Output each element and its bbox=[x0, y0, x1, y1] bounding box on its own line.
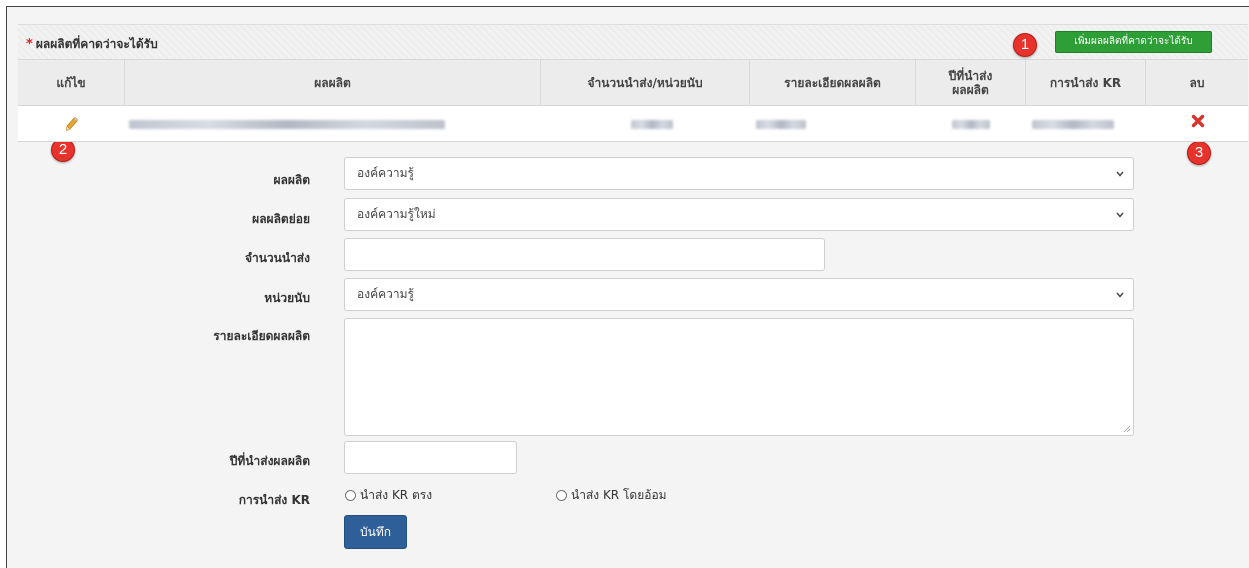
redacted-product-cell bbox=[129, 120, 445, 129]
required-star: * bbox=[26, 37, 33, 52]
kr-direct-radio[interactable] bbox=[345, 490, 356, 501]
unit-label: หน่วยนับ bbox=[264, 291, 310, 305]
callout-badge-1: 1 bbox=[1013, 33, 1037, 57]
quantity-label: จำนวนนำส่ง bbox=[244, 251, 310, 265]
pencil-icon[interactable] bbox=[66, 117, 78, 131]
subproduct-select-value: องค์ความรู้ใหม่ bbox=[357, 207, 436, 221]
col-product-header: ผลผลิต bbox=[125, 60, 541, 106]
col-edit-header: แก้ไข bbox=[18, 60, 125, 106]
kr-indirect-radio[interactable] bbox=[556, 490, 567, 501]
kr-direct-label: นำส่ง KR ตรง bbox=[360, 488, 433, 502]
add-expected-output-button[interactable]: เพิ่มผลผลิตที่คาดว่าจะได้รับ bbox=[1055, 31, 1212, 53]
table-row bbox=[18, 106, 1248, 142]
col-detail-header: รายละเอียดผลผลิต bbox=[750, 60, 916, 106]
redacted-year-cell bbox=[952, 120, 990, 129]
chevron-down-icon bbox=[1116, 171, 1124, 177]
product-label: ผลผลิต bbox=[273, 173, 310, 187]
year-label: ปีที่นำส่งผลผลิต bbox=[229, 454, 310, 468]
col-quantity-header: จำนวนนำส่ง/หน่วยนับ bbox=[541, 60, 750, 106]
redacted-kr-cell bbox=[1032, 120, 1114, 129]
unit-select[interactable]: องค์ความรู้ bbox=[344, 278, 1134, 311]
panel-title-text: ผลผลิตที่คาดว่าจะได้รับ bbox=[35, 37, 158, 51]
x-icon[interactable] bbox=[1191, 114, 1205, 128]
detail-label: รายละเอียดผลผลิต bbox=[213, 329, 310, 343]
redacted-detail-cell bbox=[756, 120, 806, 129]
chevron-down-icon bbox=[1116, 212, 1124, 218]
callout-badge-3: 3 bbox=[1187, 141, 1211, 165]
save-button[interactable]: บันทึก bbox=[344, 515, 407, 549]
col-year-header-line2: ผลผลิต bbox=[952, 83, 989, 97]
detail-textarea[interactable] bbox=[344, 318, 1134, 436]
kr-indirect-option[interactable]: นำส่ง KR โดยอ้อม bbox=[556, 486, 667, 505]
year-input[interactable] bbox=[344, 441, 517, 474]
subproduct-label: ผลผลิตย่อย bbox=[252, 212, 310, 226]
product-select-value: องค์ความรู้ bbox=[357, 166, 414, 180]
unit-select-value: องค์ความรู้ bbox=[357, 287, 414, 301]
table-header: แก้ไข ผลผลิต จำนวนนำส่ง/หน่วยนับ รายละเอ… bbox=[18, 60, 1248, 106]
product-select[interactable]: องค์ความรู้ bbox=[344, 157, 1134, 190]
col-kr-header: การนำส่ง KR bbox=[1026, 60, 1146, 106]
kr-indirect-label: นำส่ง KR โดยอ้อม bbox=[571, 488, 667, 502]
col-year-header: ปีที่นำส่ง ผลผลิต bbox=[916, 60, 1026, 106]
panel-header: * ผลผลิตที่คาดว่าจะได้รับ เพิ่มผลผลิตที่ค… bbox=[18, 24, 1248, 60]
kr-label: การนำส่ง KR bbox=[238, 493, 310, 507]
col-delete-header: ลบ bbox=[1189, 76, 1205, 90]
quantity-input[interactable] bbox=[344, 238, 825, 271]
redacted-quantity-cell bbox=[631, 120, 673, 129]
resize-grip-icon[interactable] bbox=[1123, 425, 1131, 433]
subproduct-select[interactable]: องค์ความรู้ใหม่ bbox=[344, 198, 1134, 231]
panel-title: * ผลผลิตที่คาดว่าจะได้รับ bbox=[26, 35, 158, 54]
kr-direct-option[interactable]: นำส่ง KR ตรง bbox=[345, 486, 432, 505]
chevron-down-icon bbox=[1116, 292, 1124, 298]
col-year-header-line1: ปีที่นำส่ง bbox=[948, 69, 993, 83]
